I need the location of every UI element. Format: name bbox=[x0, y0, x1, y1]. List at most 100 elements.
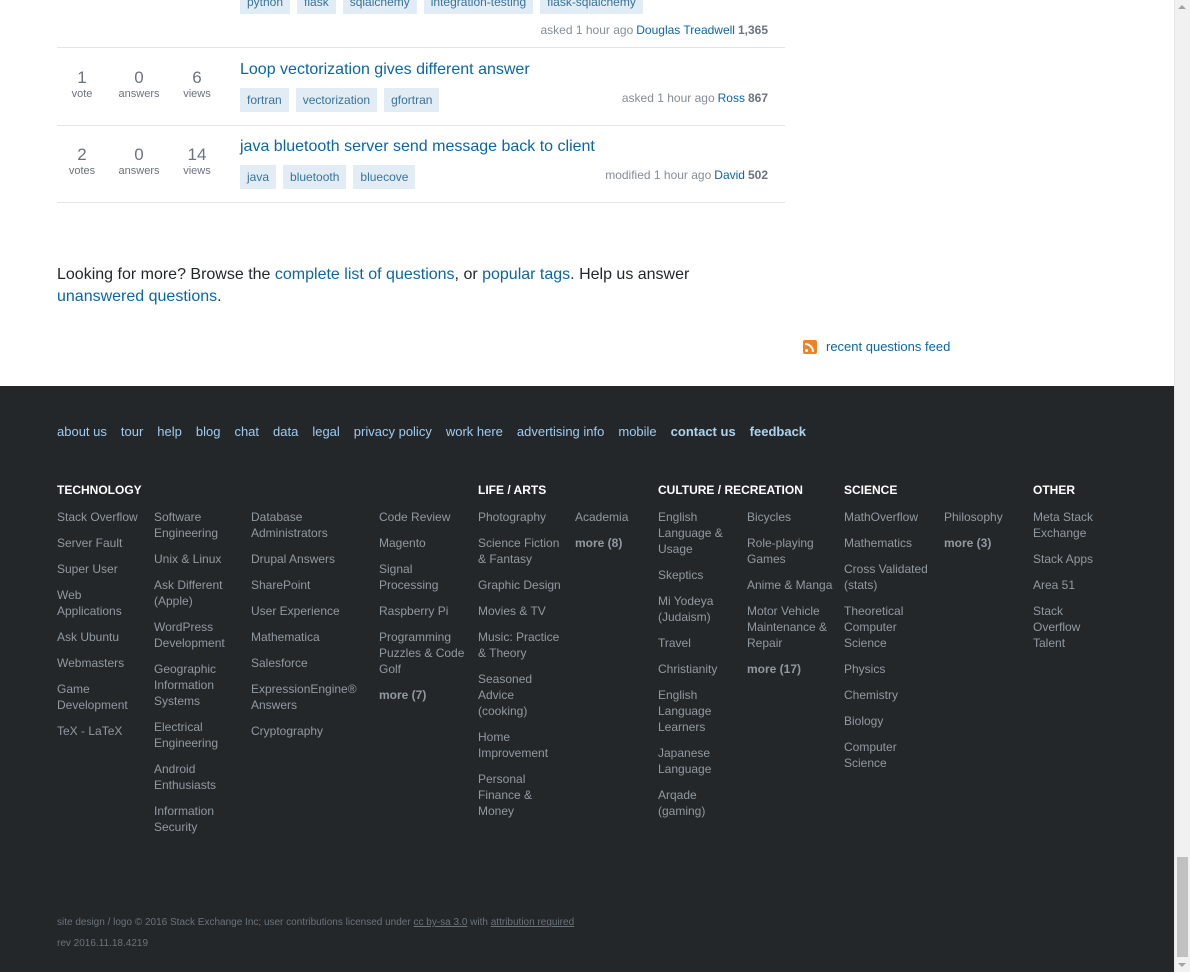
site-link[interactable]: Meta Stack Exchange bbox=[1033, 509, 1113, 541]
tag[interactable]: flask bbox=[297, 0, 336, 14]
footer-link-chat[interactable]: chat bbox=[234, 424, 259, 439]
site-link[interactable]: Salesforce bbox=[251, 655, 369, 671]
site-link[interactable]: Academia bbox=[575, 509, 650, 525]
site-link[interactable]: MathOverflow bbox=[844, 509, 934, 525]
footer-link-privacy[interactable]: privacy policy bbox=[354, 424, 432, 439]
site-link[interactable]: Electrical Engineering bbox=[154, 719, 240, 751]
tag[interactable]: java bbox=[240, 165, 277, 189]
tag[interactable]: flask-sqlalchemy bbox=[540, 0, 643, 14]
category-other[interactable]: OTHER bbox=[1033, 483, 1075, 497]
footer-link-about[interactable]: about us bbox=[57, 424, 107, 439]
vertical-scrollbar[interactable] bbox=[1174, 0, 1190, 972]
site-link[interactable]: Android Enthusiasts bbox=[154, 761, 240, 793]
site-link[interactable]: Area 51 bbox=[1033, 577, 1113, 593]
more-sites-link[interactable]: more (3) bbox=[944, 535, 1024, 551]
category-science[interactable]: SCIENCE bbox=[844, 483, 897, 497]
site-link[interactable]: Philosophy bbox=[944, 509, 1024, 525]
category-life-arts[interactable]: LIFE / ARTS bbox=[478, 483, 546, 497]
site-link[interactable]: Physics bbox=[844, 661, 934, 677]
site-link[interactable]: Unix & Linux bbox=[154, 551, 240, 567]
site-link[interactable]: Japanese Language bbox=[658, 745, 738, 777]
user-link[interactable]: David bbox=[714, 168, 745, 182]
more-sites-link[interactable]: more (8) bbox=[575, 535, 650, 551]
footer-link-mobile[interactable]: mobile bbox=[618, 424, 656, 439]
site-link[interactable]: Stack Overflow Talent bbox=[1033, 603, 1113, 651]
site-link[interactable]: Science Fiction & Fantasy bbox=[478, 535, 566, 567]
site-link[interactable]: WordPress Development bbox=[154, 619, 240, 651]
site-link[interactable]: Cross Validated (stats) bbox=[844, 561, 934, 593]
recent-questions-feed-link[interactable]: recent questions feed bbox=[826, 339, 950, 354]
footer-link-blog[interactable]: blog bbox=[196, 424, 221, 439]
attribution-link[interactable]: attribution required bbox=[491, 917, 574, 928]
category-technology[interactable]: TECHNOLOGY bbox=[57, 483, 142, 497]
tag[interactable]: python bbox=[240, 0, 291, 14]
more-sites-link[interactable]: more (7) bbox=[379, 687, 469, 703]
site-link[interactable]: ExpressionEngine® Answers bbox=[251, 681, 369, 713]
footer-link-work-here[interactable]: work here bbox=[446, 424, 503, 439]
footer-link-advertising[interactable]: advertising info bbox=[517, 424, 604, 439]
site-link[interactable]: Ask Different (Apple) bbox=[154, 577, 240, 609]
more-sites-link[interactable]: more (17) bbox=[747, 661, 837, 677]
tag[interactable]: integration-testing bbox=[423, 0, 534, 14]
site-link[interactable]: Biology bbox=[844, 713, 934, 729]
site-link[interactable]: Chemistry bbox=[844, 687, 934, 703]
footer-link-data[interactable]: data bbox=[273, 424, 298, 439]
site-link[interactable]: SharePoint bbox=[251, 577, 369, 593]
tag[interactable]: gfortran bbox=[384, 88, 440, 112]
tag[interactable]: vectorization bbox=[295, 88, 378, 112]
footer-link-contact[interactable]: contact us bbox=[671, 424, 736, 439]
tag[interactable]: bluecove bbox=[353, 165, 416, 189]
site-link[interactable]: English Language Learners bbox=[658, 687, 738, 735]
site-link[interactable]: Software Engineering bbox=[154, 509, 240, 541]
footer-link-help[interactable]: help bbox=[157, 424, 182, 439]
site-link[interactable]: Theoretical Computer Science bbox=[844, 603, 934, 651]
site-link[interactable]: User Experience bbox=[251, 603, 369, 619]
site-link[interactable]: Anime & Manga bbox=[747, 577, 837, 593]
question-title-link[interactable]: java bluetooth server send message back … bbox=[240, 138, 595, 156]
license-link[interactable]: cc by-sa 3.0 bbox=[413, 917, 467, 928]
site-link[interactable]: Signal Processing bbox=[379, 561, 469, 593]
site-link[interactable]: Information Security bbox=[154, 803, 240, 835]
site-link[interactable]: Cryptography bbox=[251, 723, 369, 739]
user-link[interactable]: Ross bbox=[718, 91, 745, 105]
site-link[interactable]: Web Applications bbox=[57, 587, 145, 619]
site-link[interactable]: Photography bbox=[478, 509, 566, 525]
site-link[interactable]: Stack Overflow bbox=[57, 509, 145, 525]
site-link[interactable]: Ask Ubuntu bbox=[57, 629, 145, 645]
site-link[interactable]: Drupal Answers bbox=[251, 551, 369, 567]
site-link[interactable]: Mathematics bbox=[844, 535, 934, 551]
site-link[interactable]: Database Administrators bbox=[251, 509, 369, 541]
site-link[interactable]: Music: Practice & Theory bbox=[478, 629, 566, 661]
footer-link-legal[interactable]: legal bbox=[312, 424, 339, 439]
site-link[interactable]: Seasoned Advice (cooking) bbox=[478, 671, 566, 719]
site-link[interactable]: Server Fault bbox=[57, 535, 145, 551]
site-link[interactable]: Travel bbox=[658, 635, 738, 651]
site-link[interactable]: Super User bbox=[57, 561, 145, 577]
site-link[interactable]: Christianity bbox=[658, 661, 738, 677]
site-link[interactable]: Computer Science bbox=[844, 739, 934, 771]
user-link[interactable]: Douglas Treadwell bbox=[636, 23, 735, 37]
site-link[interactable]: Webmasters bbox=[57, 655, 145, 671]
scroll-up-arrow-icon[interactable] bbox=[1178, 5, 1186, 9]
site-link[interactable]: Raspberry Pi bbox=[379, 603, 469, 619]
site-link[interactable]: Role-playing Games bbox=[747, 535, 837, 567]
site-link[interactable]: Stack Apps bbox=[1033, 551, 1113, 567]
site-link[interactable]: Skeptics bbox=[658, 567, 738, 583]
all-questions-link[interactable]: complete list of questions bbox=[275, 266, 455, 283]
site-link[interactable]: Personal Finance & Money bbox=[478, 771, 566, 819]
unanswered-questions-link[interactable]: unanswered questions bbox=[57, 288, 217, 305]
site-link[interactable]: TeX - LaTeX bbox=[57, 723, 145, 739]
site-link[interactable]: English Language & Usage bbox=[658, 509, 738, 557]
site-link[interactable]: Magento bbox=[379, 535, 469, 551]
site-link[interactable]: Graphic Design bbox=[478, 577, 566, 593]
footer-link-tour[interactable]: tour bbox=[121, 424, 143, 439]
site-link[interactable]: Geographic Information Systems bbox=[154, 661, 240, 709]
site-link[interactable]: Motor Vehicle Maintenance & Repair bbox=[747, 603, 837, 651]
site-link[interactable]: Mi Yodeya (Judaism) bbox=[658, 593, 738, 625]
question-title-link[interactable]: Loop vectorization gives different answe… bbox=[240, 61, 530, 79]
site-link[interactable]: Arqade (gaming) bbox=[658, 787, 738, 819]
site-link[interactable]: Bicycles bbox=[747, 509, 837, 525]
scrollbar-thumb[interactable] bbox=[1177, 857, 1188, 957]
tag[interactable]: fortran bbox=[240, 88, 289, 112]
popular-tags-link[interactable]: popular tags bbox=[482, 266, 570, 283]
